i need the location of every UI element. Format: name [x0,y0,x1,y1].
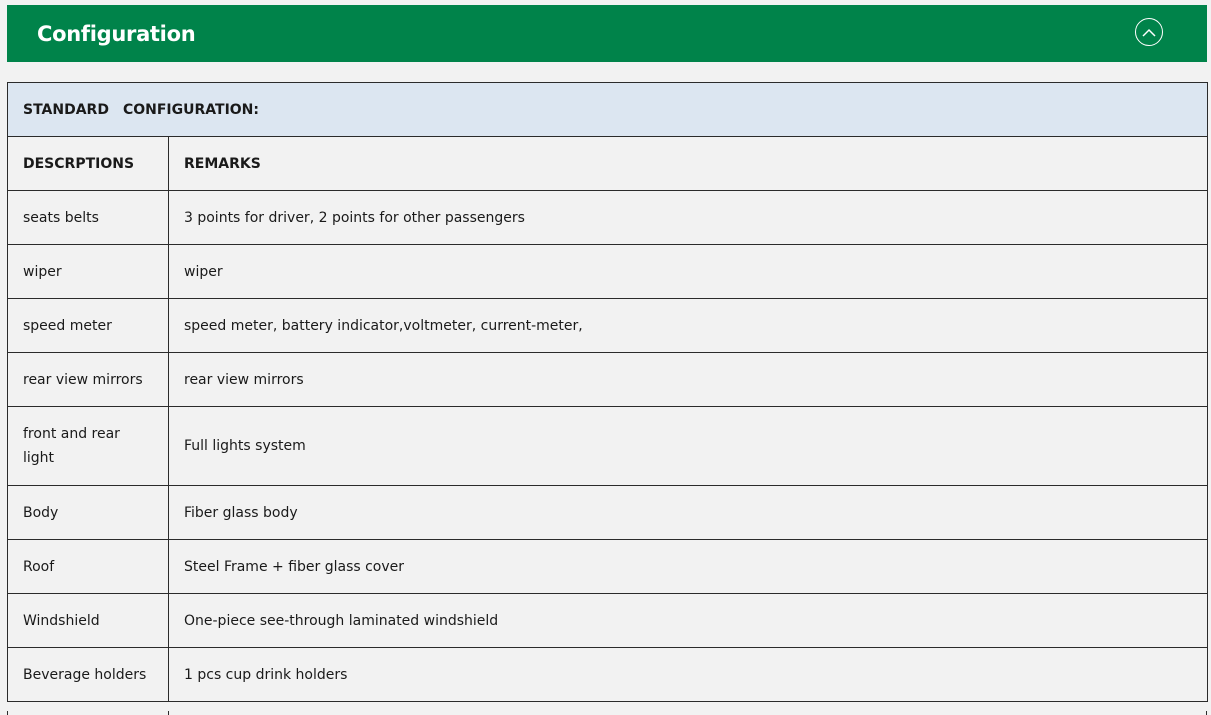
remarks-cell: rear view mirrors [168,352,1208,407]
description-cell: Windshield [7,593,169,648]
configuration-table: STANDARD CONFIGURATION: DESCRPTIONS REMAR… [7,82,1208,702]
table-row: front and rear light Full lights system [7,406,1208,486]
description-cell: wiper [7,244,169,299]
standard-configuration-cell: STANDARD CONFIGURATION: [7,82,1208,137]
table-row: wiper wiper [7,244,1208,299]
table-row: Beverage holders 1 pcs cup drink holders [7,647,1208,702]
column-divider [168,711,169,715]
configuration-accordion-header[interactable]: Configuration [7,5,1207,62]
remarks-cell: speed meter, battery indicator,voltmeter… [168,298,1208,353]
table-row: Roof Steel Frame + fiber glass cover [7,539,1208,594]
description-cell: speed meter [7,298,169,353]
remarks-cell: 3 points for driver, 2 points for other … [168,190,1208,245]
table-row: speed meter speed meter, battery indicat… [7,298,1208,353]
section-heading-word-1: STANDARD [23,101,109,118]
table-row: seats belts 3 points for driver, 2 point… [7,190,1208,245]
table-row: Windshield One-piece see-through laminat… [7,593,1208,648]
section-title: Configuration [37,21,196,46]
column-header-remarks: REMARKS [168,136,1208,191]
remarks-cell: 1 pcs cup drink holders [168,647,1208,702]
section-heading-word-2: CONFIGURATION: [122,101,259,118]
description-cell: Body [7,485,169,540]
description-cell: seats belts [7,190,169,245]
description-cell: rear view mirrors [7,352,169,407]
remarks-cell: Fiber glass body [168,485,1208,540]
table-header-row: DESCRPTIONS REMARKS [7,136,1208,191]
chevron-up-icon [1142,28,1156,37]
collapse-button[interactable] [1135,18,1163,46]
standard-configuration-row: STANDARD CONFIGURATION: [7,82,1208,137]
table-row: rear view mirrors rear view mirrors [7,352,1208,407]
remarks-cell: Steel Frame + fiber glass cover [168,539,1208,594]
description-cell: Beverage holders [7,647,169,702]
page: Configuration STANDARD CONFIGURATION: DES… [0,0,1211,715]
table-continuation [7,711,1207,715]
description-cell: Roof [7,539,169,594]
remarks-cell: wiper [168,244,1208,299]
column-header-descriptions: DESCRPTIONS [7,136,169,191]
remarks-cell: Full lights system [168,406,1208,486]
table-row: Body Fiber glass body [7,485,1208,540]
remarks-cell: One-piece see-through laminated windshie… [168,593,1208,648]
description-cell: front and rear light [7,406,169,486]
